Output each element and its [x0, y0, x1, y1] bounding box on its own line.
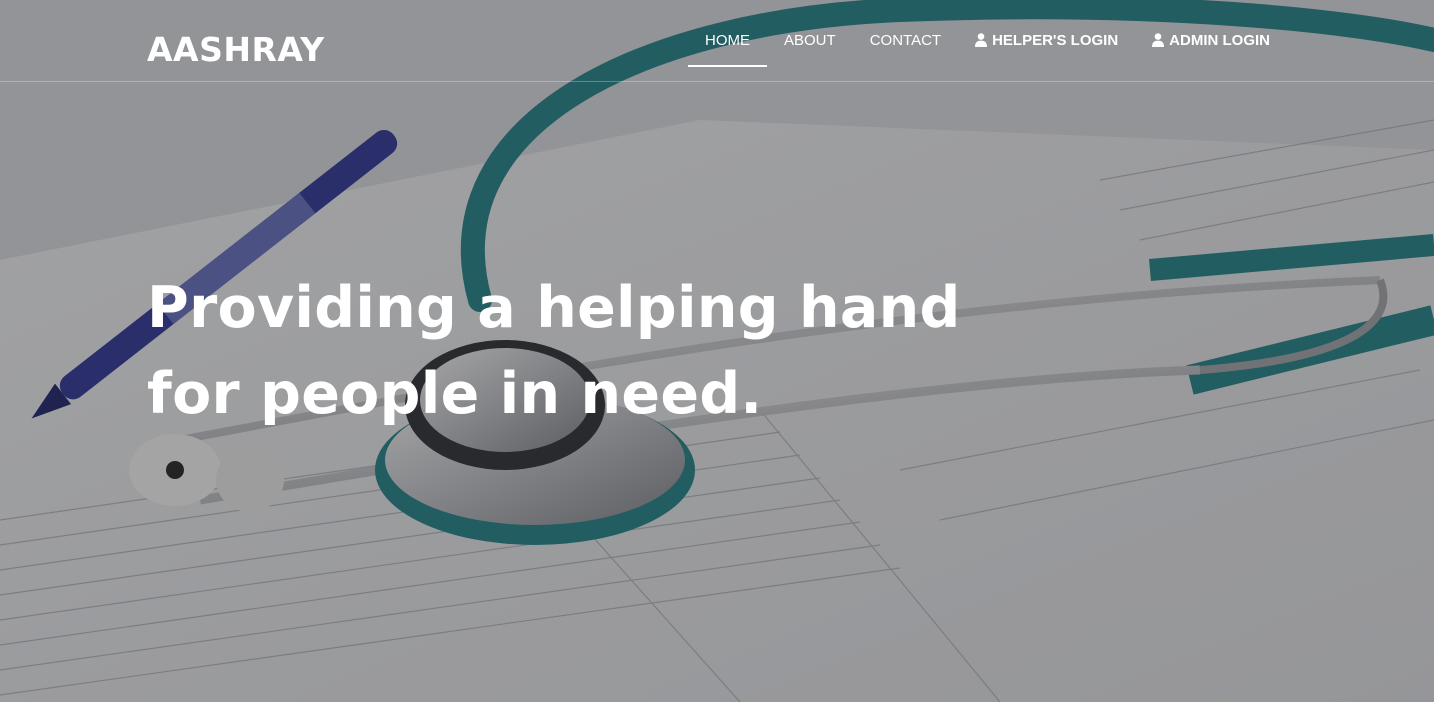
top-navbar: AASHRAY HOME ABOUT CONTACT HELPER'S LOGI… — [0, 0, 1434, 82]
nav-item-label: HOME — [705, 31, 750, 49]
nav-item-label: CONTACT — [869, 31, 942, 49]
user-icon — [975, 33, 988, 47]
hero-headline: Providing a helping hand for people in n… — [147, 265, 961, 437]
nav-item-label: HELPER'S LOGIN — [992, 31, 1119, 49]
hero-headline-line-1: Providing a helping hand — [147, 275, 961, 341]
nav-item-label: ADMIN LOGIN — [1169, 31, 1270, 49]
nav-menu: HOME ABOUT CONTACT HELPER'S LOGIN ADMIN … — [688, 0, 1287, 82]
nav-item-admin-login[interactable]: ADMIN LOGIN — [1135, 20, 1287, 60]
user-icon — [1152, 33, 1165, 47]
brand-logo[interactable]: AASHRAY — [147, 33, 325, 66]
hero-headline-line-2: for people in need. — [147, 361, 763, 427]
nav-item-label: ABOUT — [784, 31, 836, 49]
nav-item-helpers-login[interactable]: HELPER'S LOGIN — [958, 20, 1135, 60]
nav-item-home[interactable]: HOME — [688, 20, 767, 67]
landing-page: AASHRAY HOME ABOUT CONTACT HELPER'S LOGI… — [0, 0, 1434, 702]
nav-item-contact[interactable]: CONTACT — [853, 20, 958, 60]
nav-item-about[interactable]: ABOUT — [767, 20, 853, 60]
